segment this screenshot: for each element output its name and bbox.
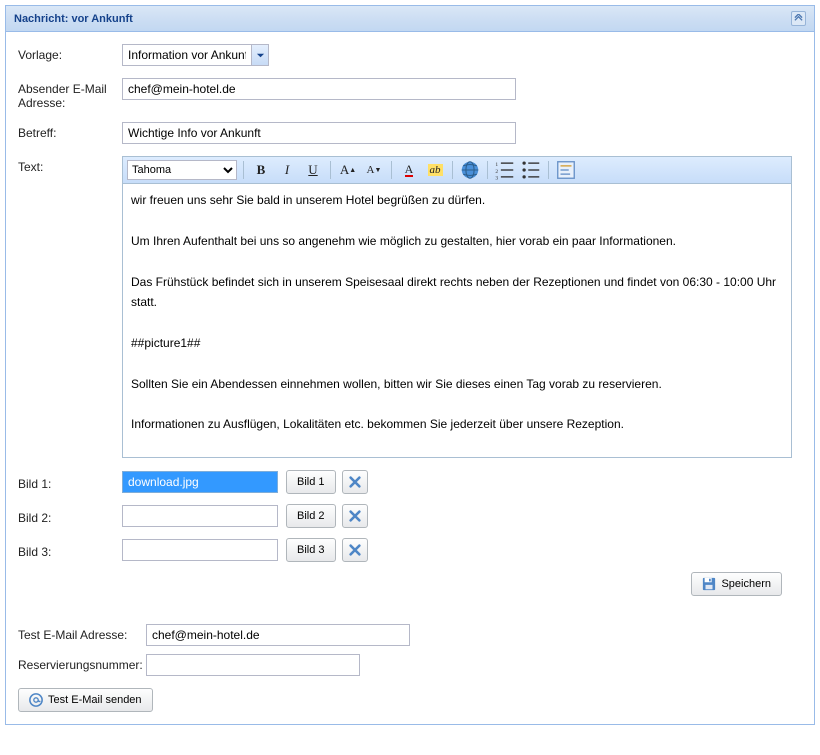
label-vorlage: Vorlage: [18,44,122,62]
row-bild2: Bild 2: Bild 2 [18,504,802,528]
send-test-email-button[interactable]: Test E-Mail senden [18,688,153,712]
row-test-email: Test E-Mail Adresse: [18,624,802,646]
label-bild2: Bild 2: [18,507,122,525]
source-edit-button[interactable] [555,159,577,181]
label-test-email: Test E-Mail Adresse: [18,624,146,642]
panel-header: Nachricht: vor Ankunft [6,6,814,32]
svg-text:1: 1 [495,162,498,168]
save-row: Speichern [18,572,802,596]
message-panel: Nachricht: vor Ankunft Vorlage: Absender… [5,5,815,725]
row-betreff: Betreff: [18,122,802,144]
absender-input[interactable] [122,78,516,100]
separator [243,161,244,179]
bild2-browse-button[interactable]: Bild 2 [286,504,336,528]
link-button[interactable] [459,159,481,181]
bild1-browse-button[interactable]: Bild 1 [286,470,336,494]
grow-font-button[interactable]: A▲ [337,159,359,181]
svg-text:2: 2 [495,169,498,175]
chevron-down-icon [256,51,265,60]
row-absender: Absender E-Mail Adresse: [18,78,802,110]
bild3-clear-button[interactable] [342,538,368,562]
label-text: Text: [18,156,122,174]
at-icon [29,693,43,707]
bild3-browse-button[interactable]: Bild 3 [286,538,336,562]
x-icon [348,475,362,489]
row-text: Text: Tahoma B I U A▲ A▼ A ab [18,156,802,458]
label-bild1: Bild 1: [18,473,122,491]
editor-toolbar: Tahoma B I U A▲ A▼ A ab [123,157,791,184]
editor-textarea[interactable] [123,184,791,454]
x-icon [348,509,362,523]
label-absender: Absender E-Mail Adresse: [18,78,122,110]
separator [548,161,549,179]
collapse-button[interactable] [791,11,806,26]
separator [391,161,392,179]
bold-button[interactable]: B [250,159,272,181]
row-vorlage: Vorlage: [18,44,802,66]
panel-title: Nachricht: vor Ankunft [14,13,133,25]
save-label: Speichern [721,578,771,590]
svg-text:3: 3 [495,176,498,181]
row-bild1: Bild 1: Bild 1 [18,470,802,494]
bild2-clear-button[interactable] [342,504,368,528]
floppy-icon [702,577,716,591]
shrink-font-button[interactable]: A▼ [363,159,385,181]
bild1-input[interactable] [122,471,278,493]
separator [452,161,453,179]
separator [330,161,331,179]
globe-icon [459,159,481,181]
bild2-input[interactable] [122,505,278,527]
font-family-select[interactable]: Tahoma [127,160,237,180]
fore-color-button[interactable]: A [398,159,420,181]
underline-button[interactable]: U [302,159,324,181]
unordered-list-button[interactable] [520,159,542,181]
x-icon [348,543,362,557]
italic-button[interactable]: I [276,159,298,181]
vorlage-input[interactable] [123,45,251,65]
test-email-input[interactable] [146,624,410,646]
ul-icon [520,159,542,181]
label-bild3: Bild 3: [18,541,122,559]
row-res-nr: Reservierungsnummer: [18,654,802,676]
label-res-nr: Reservierungsnummer: [18,654,146,672]
bild3-input[interactable] [122,539,278,561]
panel-body: Vorlage: Absender E-Mail Adresse: Betref… [6,32,814,724]
res-nr-input[interactable] [146,654,360,676]
bild1-clear-button[interactable] [342,470,368,494]
back-color-button[interactable]: ab [424,159,446,181]
row-bild3: Bild 3: Bild 3 [18,538,802,562]
vorlage-trigger[interactable] [251,45,268,65]
save-button[interactable]: Speichern [691,572,782,596]
label-betreff: Betreff: [18,122,122,140]
separator [487,161,488,179]
vorlage-combo[interactable] [122,44,269,66]
source-icon [555,159,577,181]
ol-icon: 123 [494,159,516,181]
rich-text-editor: Tahoma B I U A▲ A▼ A ab [122,156,792,458]
betreff-input[interactable] [122,122,516,144]
send-test-label: Test E-Mail senden [48,694,142,706]
chevron-up-icon [794,14,803,23]
ordered-list-button[interactable]: 123 [494,159,516,181]
